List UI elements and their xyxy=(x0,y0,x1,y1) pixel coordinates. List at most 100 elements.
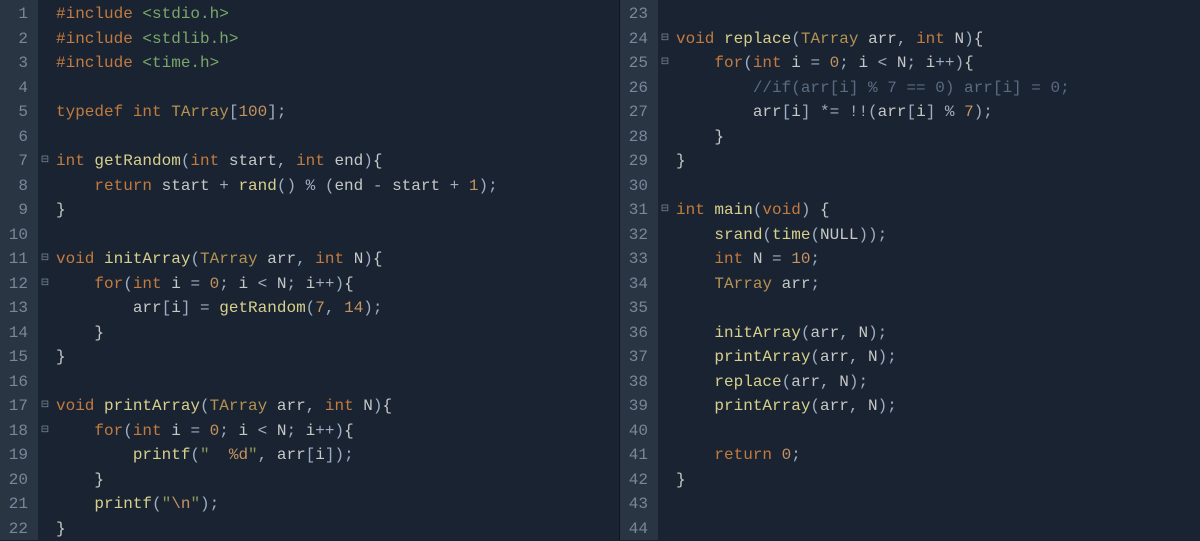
code-line[interactable]: return start + rand() % (end - start + 1… xyxy=(56,174,619,199)
code-line[interactable]: for(int i = 0; i < N; i++){ xyxy=(676,51,1200,76)
fold-marker[interactable]: ⊟ xyxy=(658,198,672,223)
line-number[interactable]: 5 xyxy=(8,100,28,125)
code-line[interactable]: printf(" %d", arr[i]); xyxy=(56,443,619,468)
line-number[interactable]: 36 xyxy=(628,321,648,346)
fold-marker[interactable]: ⊟ xyxy=(38,272,52,297)
line-number[interactable]: 42 xyxy=(628,468,648,493)
line-number[interactable]: 43 xyxy=(628,492,648,517)
code-line[interactable] xyxy=(56,76,619,101)
code-line[interactable]: arr[i] = getRandom(7, 14); xyxy=(56,296,619,321)
line-number[interactable]: 32 xyxy=(628,223,648,248)
code-line[interactable] xyxy=(56,223,619,248)
line-number-gutter[interactable]: 12345678910111213141516171819202122 xyxy=(0,0,38,540)
code-line[interactable]: srand(time(NULL)); xyxy=(676,223,1200,248)
line-number[interactable]: 21 xyxy=(8,492,28,517)
code-line[interactable]: int N = 10; xyxy=(676,247,1200,272)
line-number-gutter[interactable]: 2324252627282930313233343536373839404142… xyxy=(620,0,658,540)
line-number[interactable]: 34 xyxy=(628,272,648,297)
line-number[interactable]: 7 xyxy=(8,149,28,174)
line-number[interactable]: 31 xyxy=(628,198,648,223)
code-line[interactable]: void initArray(TArray arr, int N){ xyxy=(56,247,619,272)
code-line[interactable]: printArray(arr, N); xyxy=(676,345,1200,370)
code-line[interactable]: } xyxy=(56,198,619,223)
line-number[interactable]: 35 xyxy=(628,296,648,321)
code-line[interactable]: replace(arr, N); xyxy=(676,370,1200,395)
code-line[interactable] xyxy=(56,125,619,150)
code-line[interactable]: } xyxy=(676,149,1200,174)
code-line[interactable]: printf("\n"); xyxy=(56,492,619,517)
fold-marker[interactable]: ⊟ xyxy=(38,394,52,419)
code-line[interactable]: int main(void) { xyxy=(676,198,1200,223)
line-number[interactable]: 3 xyxy=(8,51,28,76)
code-line[interactable]: void printArray(TArray arr, int N){ xyxy=(56,394,619,419)
line-number[interactable]: 33 xyxy=(628,247,648,272)
line-number[interactable]: 30 xyxy=(628,174,648,199)
fold-marker[interactable]: ⊟ xyxy=(38,419,52,444)
line-number[interactable]: 9 xyxy=(8,198,28,223)
code-line[interactable]: #include <stdlib.h> xyxy=(56,27,619,52)
code-line[interactable] xyxy=(676,174,1200,199)
line-number[interactable]: 27 xyxy=(628,100,648,125)
line-number[interactable]: 6 xyxy=(8,125,28,150)
code-area[interactable]: #include <stdio.h>#include <stdlib.h>#in… xyxy=(52,0,619,540)
fold-column[interactable]: ⊟⊟⊟⊟⊟ xyxy=(38,0,52,540)
code-line[interactable]: //if(arr[i] % 7 == 0) arr[i] = 0; xyxy=(676,76,1200,101)
line-number[interactable]: 37 xyxy=(628,345,648,370)
fold-marker[interactable]: ⊟ xyxy=(38,247,52,272)
code-line[interactable]: TArray arr; xyxy=(676,272,1200,297)
line-number[interactable]: 13 xyxy=(8,296,28,321)
line-number[interactable]: 24 xyxy=(628,27,648,52)
code-line[interactable]: } xyxy=(676,125,1200,150)
code-line[interactable] xyxy=(676,419,1200,444)
line-number[interactable]: 28 xyxy=(628,125,648,150)
line-number[interactable]: 4 xyxy=(8,76,28,101)
line-number[interactable]: 20 xyxy=(8,468,28,493)
code-line[interactable]: typedef int TArray[100]; xyxy=(56,100,619,125)
line-number[interactable]: 18 xyxy=(8,419,28,444)
line-number[interactable]: 14 xyxy=(8,321,28,346)
line-number[interactable]: 23 xyxy=(628,2,648,27)
code-line[interactable]: #include <time.h> xyxy=(56,51,619,76)
code-line[interactable]: for(int i = 0; i < N; i++){ xyxy=(56,272,619,297)
code-area[interactable]: void replace(TArray arr, int N){ for(int… xyxy=(672,0,1200,540)
code-line[interactable]: void replace(TArray arr, int N){ xyxy=(676,27,1200,52)
line-number[interactable]: 11 xyxy=(8,247,28,272)
code-line[interactable]: initArray(arr, N); xyxy=(676,321,1200,346)
line-number[interactable]: 41 xyxy=(628,443,648,468)
code-line[interactable]: return 0; xyxy=(676,443,1200,468)
code-line[interactable]: for(int i = 0; i < N; i++){ xyxy=(56,419,619,444)
code-line[interactable] xyxy=(676,2,1200,27)
line-number[interactable]: 40 xyxy=(628,419,648,444)
code-line[interactable]: } xyxy=(56,345,619,370)
line-number[interactable]: 25 xyxy=(628,51,648,76)
line-number[interactable]: 2 xyxy=(8,27,28,52)
code-line[interactable]: } xyxy=(676,468,1200,493)
line-number[interactable]: 12 xyxy=(8,272,28,297)
line-number[interactable]: 44 xyxy=(628,517,648,541)
code-line[interactable]: arr[i] *= !!(arr[i] % 7); xyxy=(676,100,1200,125)
code-line[interactable]: printArray(arr, N); xyxy=(676,394,1200,419)
code-line[interactable] xyxy=(56,370,619,395)
code-line[interactable] xyxy=(676,517,1200,541)
line-number[interactable]: 38 xyxy=(628,370,648,395)
line-number[interactable]: 16 xyxy=(8,370,28,395)
fold-column[interactable]: ⊟⊟⊟ xyxy=(658,0,672,540)
line-number[interactable]: 29 xyxy=(628,149,648,174)
code-line[interactable]: } xyxy=(56,517,619,541)
code-line[interactable]: #include <stdio.h> xyxy=(56,2,619,27)
line-number[interactable]: 1 xyxy=(8,2,28,27)
line-number[interactable]: 17 xyxy=(8,394,28,419)
fold-marker[interactable]: ⊟ xyxy=(38,149,52,174)
code-line[interactable]: } xyxy=(56,468,619,493)
line-number[interactable]: 15 xyxy=(8,345,28,370)
fold-marker[interactable]: ⊟ xyxy=(658,51,672,76)
line-number[interactable]: 22 xyxy=(8,517,28,541)
line-number[interactable]: 26 xyxy=(628,76,648,101)
code-line[interactable]: } xyxy=(56,321,619,346)
line-number[interactable]: 39 xyxy=(628,394,648,419)
fold-marker[interactable]: ⊟ xyxy=(658,27,672,52)
line-number[interactable]: 19 xyxy=(8,443,28,468)
line-number[interactable]: 10 xyxy=(8,223,28,248)
code-line[interactable] xyxy=(676,492,1200,517)
line-number[interactable]: 8 xyxy=(8,174,28,199)
